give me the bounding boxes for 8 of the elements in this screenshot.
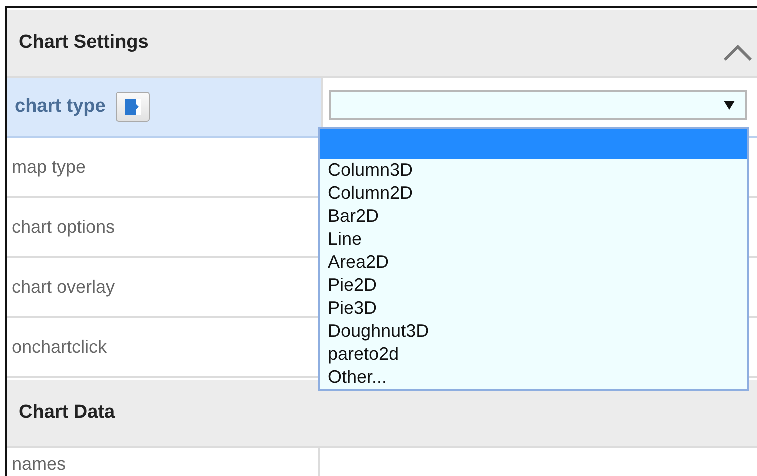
property-label: onchartclick: [12, 336, 108, 358]
property-label: chart type: [15, 96, 106, 118]
property-label: chart overlay: [12, 276, 116, 298]
section-title: Chart Data: [19, 402, 116, 424]
property-label: map type: [12, 156, 86, 178]
property-label: names: [12, 454, 66, 475]
property-label: chart options: [12, 216, 116, 238]
section-title: Chart Settings: [19, 32, 149, 54]
